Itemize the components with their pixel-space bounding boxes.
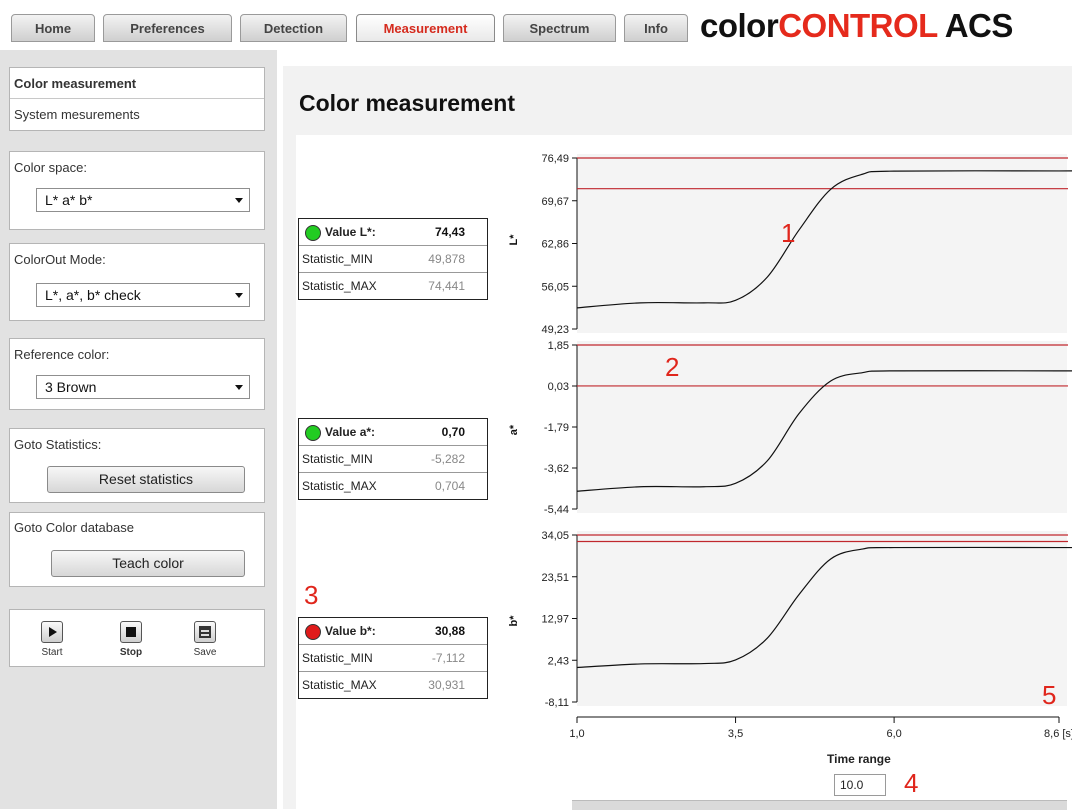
x-tick-label: 3,5 xyxy=(728,728,743,740)
y-tick-label: -1,79 xyxy=(544,422,569,434)
y-tick-label: 34,05 xyxy=(541,530,569,542)
y-tick-label: 49,23 xyxy=(541,324,569,336)
chart-background xyxy=(577,341,1067,513)
y-tick-label: 0,03 xyxy=(548,381,569,393)
y-tick-label: 69,67 xyxy=(541,196,569,208)
y-tick-label: -5,44 xyxy=(544,504,569,516)
annotation-3: 3 xyxy=(304,580,319,610)
y-tick-label: 23,51 xyxy=(541,572,569,584)
annotation-2: 2 xyxy=(665,352,680,382)
y-tick-label: 76,49 xyxy=(541,153,569,165)
x-tick-label: 6,0 xyxy=(886,728,901,740)
y-axis-label: L* xyxy=(508,234,520,246)
y-axis-label: a* xyxy=(508,424,520,435)
x-tick-label: 1,0 xyxy=(569,728,584,740)
y-tick-label: -3,62 xyxy=(544,463,569,475)
time-range-input[interactable]: 10.0 xyxy=(834,774,886,796)
x-tick-label: 8,6 [s] xyxy=(1044,728,1072,740)
annotation-1: 1 xyxy=(781,218,796,248)
y-tick-label: 1,85 xyxy=(548,340,569,352)
y-tick-label: 62,86 xyxy=(541,239,569,251)
chart-background xyxy=(577,154,1067,333)
y-tick-label: 2,43 xyxy=(548,655,569,667)
x-axis-label: Time range xyxy=(827,752,891,766)
annotation-4: 4 xyxy=(904,768,919,798)
annotation-5: 5 xyxy=(1042,680,1057,710)
y-tick-label: 56,05 xyxy=(541,281,569,293)
y-axis-label: b* xyxy=(508,615,520,627)
time-range-value: 10.0 xyxy=(840,778,864,792)
chart-background xyxy=(577,531,1067,706)
y-tick-label: 12,97 xyxy=(541,614,569,626)
y-tick-label: -8,11 xyxy=(545,697,569,709)
charts-svg: 76,49 69,67 62,86 56,05 49,23 L* 1,85 0,03 -1,79… xyxy=(508,153,1072,740)
